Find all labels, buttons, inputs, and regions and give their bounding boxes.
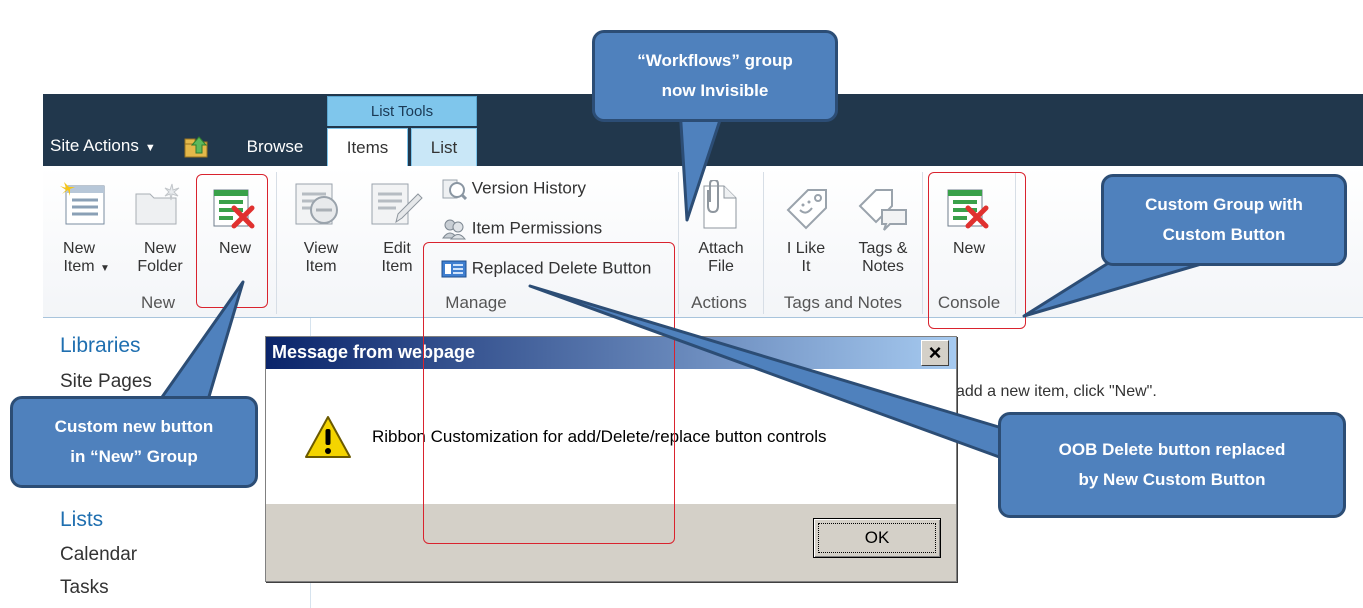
tags-notes-button[interactable]: Tags & Notes <box>850 240 916 276</box>
new-folder-icon <box>135 183 180 225</box>
callout-custom-group: Custom Group with Custom Button <box>1101 174 1347 266</box>
close-icon[interactable]: × <box>921 340 949 366</box>
version-history-button[interactable]: Version History <box>441 178 587 201</box>
warning-icon <box>305 416 351 458</box>
callout-line: in “New” Group <box>70 447 198 466</box>
edit-item-icon <box>371 183 423 225</box>
edit-item-button[interactable]: Edit Item <box>372 240 422 276</box>
group-label-tags-notes: Tags and Notes <box>783 293 903 312</box>
site-actions-label: Site Actions <box>50 136 139 155</box>
callout-workflows: “Workflows” group now Invisible <box>592 30 838 122</box>
version-history-icon <box>442 179 468 201</box>
callout-oob-delete: OOB Delete button replaced by New Custom … <box>998 412 1346 518</box>
highlight-custom-new <box>196 174 268 308</box>
empty-list-hint: add a new item, click "New". <box>956 383 1157 400</box>
callout-line: Custom Button <box>1162 225 1286 244</box>
tags-notes-icon <box>858 189 907 231</box>
highlight-replaced-delete <box>423 242 675 544</box>
group-label-new: New <box>140 293 175 312</box>
new-item-label: New Item <box>63 240 96 275</box>
nav-item-tasks[interactable]: Tasks <box>60 577 109 599</box>
site-actions-menu[interactable]: Site Actions ▼ <box>50 130 156 164</box>
callout-custom-new: Custom new button in “New” Group <box>10 396 258 488</box>
callout-line: Custom Group with <box>1145 195 1303 214</box>
new-item-button[interactable]: New Item ▼ <box>58 240 110 278</box>
highlight-console-group <box>928 172 1026 329</box>
nav-heading-libraries[interactable]: Libraries <box>60 334 141 358</box>
i-like-it-button[interactable]: I Like It <box>782 240 830 276</box>
nav-item-calendar[interactable]: Calendar <box>60 544 137 566</box>
attach-file-icon <box>703 180 737 229</box>
callout-line: “Workflows” group <box>637 51 793 70</box>
callout-line: OOB Delete button replaced <box>1058 440 1286 459</box>
nav-heading-lists[interactable]: Lists <box>60 508 103 532</box>
callout-line: Custom new button <box>54 417 214 436</box>
caret-down-icon: ▼ <box>100 263 110 274</box>
view-item-icon <box>295 183 338 225</box>
new-item-icon <box>60 182 105 225</box>
caret-down-icon: ▼ <box>144 142 156 154</box>
item-permissions-icon <box>442 219 467 240</box>
tab-list[interactable]: List <box>411 128 477 166</box>
item-permissions-label: Item Permissions <box>471 218 603 238</box>
contextual-group-label: List Tools <box>370 103 434 120</box>
tab-items[interactable]: Items <box>327 128 408 166</box>
group-separator <box>678 172 679 314</box>
navigate-up-icon[interactable] <box>183 135 211 159</box>
view-item-button[interactable]: View Item <box>296 240 346 276</box>
ok-button[interactable]: OK <box>813 518 941 558</box>
nav-item-site-pages[interactable]: Site Pages <box>60 371 152 393</box>
group-separator <box>276 172 277 314</box>
group-separator <box>763 172 764 314</box>
callout-line: now Invisible <box>661 81 769 100</box>
callout-line: by New Custom Button <box>1078 470 1266 489</box>
attach-file-button[interactable]: Attach File <box>693 240 749 276</box>
group-label-actions: Actions <box>691 293 747 312</box>
contextual-tab-group: List Tools <box>327 96 477 126</box>
i-like-it-icon <box>786 189 827 230</box>
group-separator <box>922 172 923 314</box>
item-permissions-button[interactable]: Item Permissions <box>441 218 602 240</box>
version-history-label: Version History <box>471 178 587 198</box>
tab-browse[interactable]: Browse <box>236 128 314 166</box>
new-folder-button[interactable]: New Folder <box>132 240 188 276</box>
